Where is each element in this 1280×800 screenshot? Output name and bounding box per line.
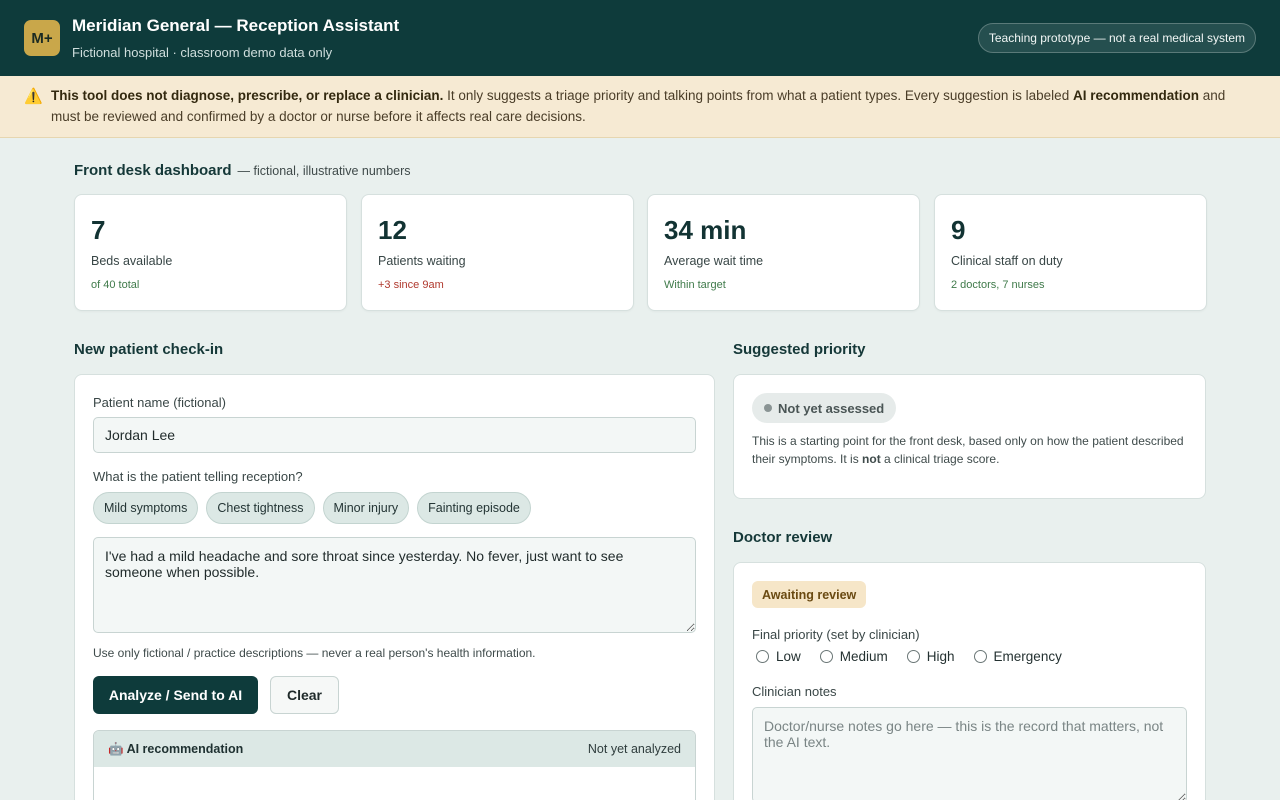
checkin-panel: Patient name (fictional) What is the pat… [74, 374, 715, 800]
stat-card-wait-time: 34 min Average wait time Within target [647, 194, 920, 311]
review-status-badge: Awaiting review [752, 581, 867, 608]
clinician-notes-input[interactable] [752, 707, 1187, 800]
stat-label: Patients waiting [378, 254, 466, 268]
chip-mild-symptoms[interactable]: Mild symptoms [93, 492, 199, 524]
stat-label: Beds available [91, 254, 173, 268]
analyze-button[interactable]: Analyze / Send to AI [93, 676, 258, 714]
ai-recommendation-box: 🤖 AI recommendation Not yet analyzed [93, 730, 696, 800]
status-dot-icon [764, 404, 772, 412]
ai-recommendation-header: 🤖 AI recommendation Not yet analyzed [94, 731, 695, 767]
final-priority-label: Final priority (set by clinician) [752, 627, 920, 642]
radio-label: Medium [839, 649, 888, 664]
dashboard-title: Front desk dashboard — fictional, illustr… [74, 162, 411, 179]
disclaimer-ai-label: AI recommendation [1072, 88, 1199, 103]
stat-label: Average wait time [664, 254, 764, 268]
stat-label: Clinical staff on duty [951, 254, 1063, 268]
dashboard-heading: Front desk dashboard [74, 162, 232, 179]
stat-subtext: 2 doctors, 7 nurses [951, 279, 1045, 291]
disclaimer-text: This tool does not diagnose, prescribe, … [51, 85, 1241, 127]
chip-chest-tightness[interactable]: Chest tightness [206, 492, 315, 524]
privacy-help-text: Use only fictional / practice descriptio… [93, 646, 536, 660]
ai-status: Not yet analyzed [587, 742, 681, 756]
radio-button[interactable] [906, 650, 920, 663]
prototype-badge: Teaching prototype — not a real medical … [977, 23, 1256, 53]
stat-subtext: +3 since 9am [378, 279, 444, 291]
clear-button[interactable]: Clear [270, 676, 339, 714]
review-panel: Awaiting review Final priority (set by c… [733, 562, 1206, 800]
disclaimer-lead: This tool does not diagnose, prescribe, … [51, 88, 444, 103]
warning-icon: ⚠️ [24, 88, 43, 105]
patient-name-input[interactable] [93, 417, 696, 453]
chip-fainting-episode[interactable]: Fainting episode [417, 492, 531, 524]
priority-option-medium[interactable]: Medium [819, 649, 888, 664]
checkin-title: New patient check-in [74, 341, 224, 358]
stat-value: 9 [951, 215, 966, 245]
stat-card-waiting: 12 Patients waiting +3 since 9am [361, 194, 634, 311]
hospital-logo: M+ [24, 20, 60, 56]
final-priority-options: Low Medium High Emergency [756, 649, 1062, 664]
app-subtitle: Fictional hospital · classroom demo data… [72, 45, 333, 60]
radio-button[interactable] [973, 650, 987, 663]
app-title: Meridian General — Reception Assistant [72, 16, 400, 35]
priority-option-low[interactable]: Low [756, 649, 801, 664]
stat-card-staff: 9 Clinical staff on duty 2 doctors, 7 nu… [934, 194, 1207, 311]
priority-panel: Not yet assessed This is a starting poin… [733, 374, 1206, 499]
review-title: Doctor review [733, 529, 833, 546]
stat-value: 34 min [664, 215, 747, 245]
top-bar: M+ Meridian General — Reception Assistan… [0, 0, 1280, 76]
stat-value: 12 [378, 215, 407, 245]
radio-label: Low [776, 649, 801, 664]
priority-desc-emphasis: not [862, 452, 881, 466]
radio-button[interactable] [819, 650, 833, 663]
stat-subtext: of 40 total [91, 279, 140, 291]
stat-value: 7 [91, 215, 106, 245]
patient-name-label: Patient name (fictional) [93, 395, 226, 410]
priority-option-emergency[interactable]: Emergency [973, 649, 1062, 664]
priority-status-badge: Not yet assessed [752, 393, 897, 423]
chip-minor-injury[interactable]: Minor injury [322, 492, 410, 524]
priority-description: This is a starting point for the front d… [752, 432, 1192, 468]
disclaimer-body-1: It only suggests a triage priority and t… [443, 88, 1073, 103]
disclaimer-banner: ⚠️ This tool does not diagnose, prescrib… [0, 76, 1280, 138]
priority-status-text: Not yet assessed [778, 400, 885, 416]
priority-option-high[interactable]: High [906, 649, 955, 664]
radio-label: High [926, 649, 955, 664]
symptom-chips: Mild symptoms Chest tightness Minor inju… [93, 492, 531, 524]
radio-label: Emergency [993, 649, 1062, 664]
dashboard-note: — fictional, illustrative numbers [237, 164, 411, 178]
symptom-description-input[interactable]: I've had a mild headache and sore throat… [93, 537, 696, 633]
stat-subtext: Within target [664, 279, 726, 291]
stat-card-beds: 7 Beds available of 40 total [74, 194, 347, 311]
radio-button[interactable] [756, 650, 769, 663]
symptoms-label: What is the patient telling reception? [93, 469, 303, 484]
priority-title: Suggested priority [733, 341, 866, 358]
priority-desc-2: a clinical triage score. [880, 452, 1000, 466]
ai-recommendation-title: 🤖 AI recommendation [108, 741, 244, 756]
clinician-notes-label: Clinician notes [752, 684, 837, 699]
